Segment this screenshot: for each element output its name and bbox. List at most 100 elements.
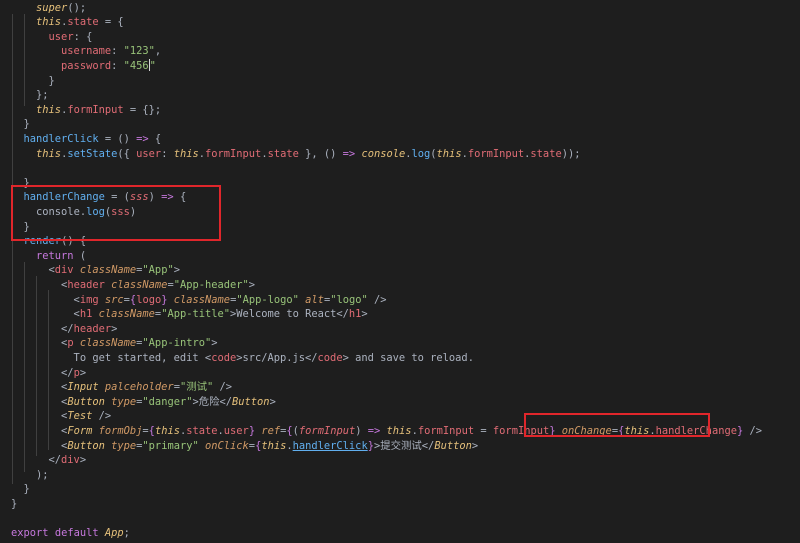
code-line[interactable]: this.formInput = {}; (11, 103, 161, 118)
code-token: this (154, 424, 180, 437)
code-line[interactable]: <Button type="primary" onClick={this.han… (11, 439, 478, 454)
code-line[interactable]: <Test /> (11, 409, 111, 424)
code-token: ; (123, 527, 130, 540)
code-line[interactable]: <Button type="danger">危险</Button> (11, 395, 276, 410)
code-token: log (411, 147, 431, 160)
code-token: default (54, 527, 99, 540)
code-line[interactable]: username: "123", (11, 44, 161, 59)
code-token: img (79, 293, 99, 306)
code-token: h1 (79, 308, 93, 321)
code-token: ref (261, 424, 281, 437)
code-token: = () (98, 132, 137, 145)
code-line[interactable]: } (11, 482, 30, 497)
code-token: user (48, 30, 74, 43)
code-token: "App-logo" (236, 293, 299, 306)
code-line[interactable]: } (11, 117, 30, 132)
code-token: >src/App.js</ (236, 351, 318, 364)
code-token: this (173, 147, 199, 160)
code-token: ( (73, 249, 87, 262)
code-token: state (67, 16, 99, 29)
code-token: "123" (123, 45, 155, 58)
code-token: > (211, 337, 218, 350)
code-line[interactable]: </p> (11, 366, 86, 381)
code-token: > (79, 454, 87, 467)
code-token: > (269, 395, 276, 408)
code-token: /> (92, 410, 112, 423)
code-line[interactable]: } (11, 74, 55, 89)
code-line[interactable]: <header className="App-header"> (11, 278, 255, 293)
code-token: formInput (467, 147, 525, 160)
code-token: App (104, 527, 124, 540)
code-token: >提交测试</ (373, 439, 435, 452)
code-token: this (261, 439, 287, 452)
code-line[interactable]: }; (11, 88, 49, 103)
code-token: formInput (298, 424, 356, 437)
code-token: code (211, 351, 237, 364)
code-token: = (474, 424, 493, 437)
code-token: } (11, 118, 30, 131)
code-token: >危险</ (192, 395, 233, 408)
code-line[interactable]: user: { (11, 30, 93, 45)
code-token: " (149, 59, 156, 72)
code-token: header (73, 322, 112, 335)
code-token: </ (11, 322, 74, 335)
code-token: className (79, 337, 137, 350)
code-line[interactable]: <h1 className="App-title">Welcome to Rea… (11, 307, 368, 322)
code-token: => (342, 147, 356, 160)
code-token: alt (305, 293, 324, 306)
code-token: this (36, 147, 62, 160)
code-line[interactable]: super(); (11, 1, 86, 16)
code-line[interactable]: handlerClick = () => { (11, 132, 162, 147)
code-token: password (61, 59, 112, 72)
code-token: > (173, 264, 180, 277)
code-token: return (36, 249, 74, 262)
code-editor[interactable]: super(); this.state = { user: { username… (0, 0, 800, 543)
code-line[interactable]: ); (11, 468, 49, 483)
code-token: /> (743, 424, 763, 437)
code-token: formInput (417, 424, 475, 437)
code-token: Test (67, 410, 93, 423)
code-token: ) (355, 424, 368, 437)
code-token: > (111, 322, 118, 335)
code-line[interactable]: export default App; (11, 526, 130, 541)
code-line[interactable]: <div className="App"> (11, 263, 180, 278)
code-token: "App-title" (161, 308, 231, 321)
code-token: handlerClick (23, 132, 99, 145)
code-token: username (61, 45, 112, 58)
code-token: type (111, 439, 137, 452)
code-line[interactable]: this.setState({ user: this.formInput.sta… (11, 147, 580, 162)
code-line[interactable]: return ( (11, 249, 86, 264)
code-token: < (11, 439, 68, 452)
code-token: "App" (142, 264, 174, 277)
code-line[interactable]: <img src={logo} className="App-logo" alt… (11, 293, 387, 308)
code-token: "App-intro" (142, 337, 212, 350)
code-token: "primary" (142, 439, 199, 452)
code-token: handlerClick (292, 439, 368, 452)
code-line[interactable]: password: "456" (11, 58, 156, 74)
code-token: > and save to reload. (342, 351, 474, 364)
code-token: : (111, 45, 124, 58)
code-line[interactable]: </header> (11, 322, 117, 337)
code-line[interactable]: <Input palceholder="测试" /> (11, 380, 232, 395)
code-line[interactable]: } (11, 497, 17, 512)
code-token: { (148, 132, 162, 145)
code-token: < (11, 381, 68, 394)
code-line[interactable]: this.state = { (11, 15, 124, 30)
code-line[interactable]: </div> (11, 453, 87, 468)
code-line[interactable]: To get started, edit <code>src/App.js</c… (11, 351, 474, 366)
code-token: Button (67, 395, 105, 408)
code-token: className (98, 308, 155, 321)
code-token: )); (561, 147, 581, 160)
code-token: this (436, 147, 462, 160)
code-token: = {}; (123, 103, 162, 116)
code-token: div (54, 264, 74, 277)
code-line[interactable]: <p className="App-intro"> (11, 336, 218, 351)
code-token: this (386, 424, 412, 437)
code-token: > (361, 308, 368, 321)
code-token: code (317, 351, 343, 364)
